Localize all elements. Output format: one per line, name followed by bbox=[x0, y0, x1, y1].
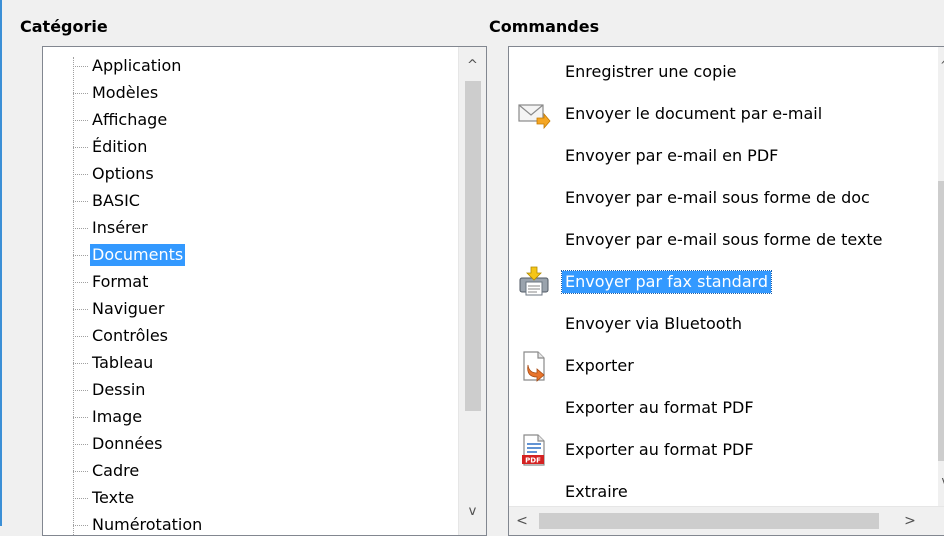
category-item-label: Modèles bbox=[92, 83, 159, 102]
category-item-cadre[interactable]: Cadre bbox=[73, 459, 453, 484]
scroll-down-arrow-icon[interactable]: v bbox=[938, 471, 944, 491]
category-item-label: Données bbox=[92, 434, 163, 453]
category-item-application[interactable]: Application bbox=[73, 54, 453, 79]
category-item-basic[interactable]: BASIC bbox=[73, 189, 453, 214]
command-item-label: Exporter au format PDF bbox=[565, 440, 754, 459]
scroll-thumb[interactable] bbox=[465, 81, 481, 411]
envelope-send-icon bbox=[517, 97, 551, 131]
category-item-numerotation[interactable]: Numérotation bbox=[73, 513, 453, 535]
category-item-label: Format bbox=[92, 272, 149, 291]
category-item-label: Options bbox=[92, 164, 154, 183]
commands-vertical-scrollbar[interactable]: ^ v bbox=[938, 47, 944, 535]
category-tree[interactable]: Application Modèles Affichage Édition Op… bbox=[42, 46, 487, 536]
command-item-label: Envoyer par e-mail en PDF bbox=[565, 146, 779, 165]
category-item-label: Dessin bbox=[92, 380, 146, 399]
category-item-label: Documents bbox=[90, 244, 186, 266]
scroll-right-arrow-icon[interactable]: > bbox=[897, 507, 923, 535]
command-item-label: Envoyer par e-mail sous forme de doc bbox=[565, 188, 870, 207]
category-item-label: Cadre bbox=[92, 461, 140, 480]
command-item-label: Exporter au format PDF bbox=[565, 398, 754, 417]
window-accent-border bbox=[0, 0, 2, 526]
category-item-label: Affichage bbox=[92, 110, 168, 129]
category-item-image[interactable]: Image bbox=[73, 405, 453, 430]
category-item-format[interactable]: Format bbox=[73, 270, 453, 295]
category-item-dessin[interactable]: Dessin bbox=[73, 378, 453, 403]
category-item-modeles[interactable]: Modèles bbox=[73, 81, 453, 106]
scroll-up-arrow-icon[interactable]: ^ bbox=[938, 55, 944, 75]
category-item-controles[interactable]: Contrôles bbox=[73, 324, 453, 349]
category-item-label: Tableau bbox=[92, 353, 154, 372]
command-item-label: Exporter bbox=[565, 356, 634, 375]
category-item-inserer[interactable]: Insérer bbox=[73, 216, 453, 241]
category-item-label: Édition bbox=[92, 137, 148, 156]
command-item[interactable]: Envoyer par e-mail en PDF bbox=[509, 135, 939, 177]
category-item-label: Numérotation bbox=[92, 515, 203, 534]
command-item[interactable]: Envoyer par fax standard bbox=[509, 261, 939, 303]
scroll-down-arrow-icon[interactable]: v bbox=[459, 499, 486, 525]
scroll-up-arrow-icon[interactable]: ^ bbox=[459, 53, 486, 79]
category-item-tableau[interactable]: Tableau bbox=[73, 351, 453, 376]
category-item-edition[interactable]: Édition bbox=[73, 135, 453, 160]
command-item-label: Extraire bbox=[565, 482, 628, 501]
fax-icon bbox=[517, 265, 551, 299]
category-item-affichage[interactable]: Affichage bbox=[73, 108, 453, 133]
category-item-label: Texte bbox=[92, 488, 135, 507]
commands-horizontal-scrollbar[interactable]: < > bbox=[509, 506, 944, 535]
command-item[interactable]: Exporter au format PDF bbox=[509, 387, 939, 429]
command-item-label: Envoyer via Bluetooth bbox=[565, 314, 742, 333]
category-item-donnees[interactable]: Données bbox=[73, 432, 453, 457]
category-item-label: Insérer bbox=[92, 218, 148, 237]
category-item-label: Image bbox=[92, 407, 143, 426]
category-item-label: BASIC bbox=[92, 191, 140, 210]
pdf-icon: PDF bbox=[517, 433, 551, 467]
category-item-label: Contrôles bbox=[92, 326, 169, 345]
commands-list[interactable]: Enregistrer une copie Envoyer le documen… bbox=[508, 46, 944, 536]
command-item[interactable]: Exporter bbox=[509, 345, 939, 387]
commands-label: Commandes bbox=[489, 17, 600, 36]
category-item-texte[interactable]: Texte bbox=[73, 486, 453, 511]
scroll-thumb[interactable] bbox=[539, 513, 879, 529]
command-item[interactable]: PDF Exporter au format PDF bbox=[509, 429, 939, 471]
scroll-thumb[interactable] bbox=[938, 181, 944, 461]
category-item-documents[interactable]: Documents bbox=[73, 243, 453, 268]
svg-text:PDF: PDF bbox=[525, 457, 541, 465]
export-icon bbox=[517, 349, 551, 383]
command-item[interactable]: Envoyer par e-mail sous forme de doc bbox=[509, 177, 939, 219]
scroll-left-arrow-icon[interactable]: < bbox=[509, 507, 535, 535]
category-item-label: Application bbox=[92, 56, 182, 75]
category-item-label: Naviguer bbox=[92, 299, 165, 318]
command-item[interactable]: Envoyer via Bluetooth bbox=[509, 303, 939, 345]
category-label: Catégorie bbox=[20, 17, 108, 36]
command-item-label: Enregistrer une copie bbox=[565, 62, 737, 81]
category-item-naviguer[interactable]: Naviguer bbox=[73, 297, 453, 322]
command-item-label: Envoyer le document par e-mail bbox=[565, 104, 823, 123]
command-item[interactable]: Envoyer par e-mail sous forme de texte bbox=[509, 219, 939, 261]
category-item-options[interactable]: Options bbox=[73, 162, 453, 187]
command-item[interactable]: Envoyer le document par e-mail bbox=[509, 93, 939, 135]
category-vertical-scrollbar[interactable]: ^ v bbox=[458, 47, 486, 535]
command-item-label: Envoyer par fax standard bbox=[560, 270, 773, 294]
command-item[interactable]: Enregistrer une copie bbox=[509, 51, 939, 93]
command-item-label: Envoyer par e-mail sous forme de texte bbox=[565, 230, 883, 249]
